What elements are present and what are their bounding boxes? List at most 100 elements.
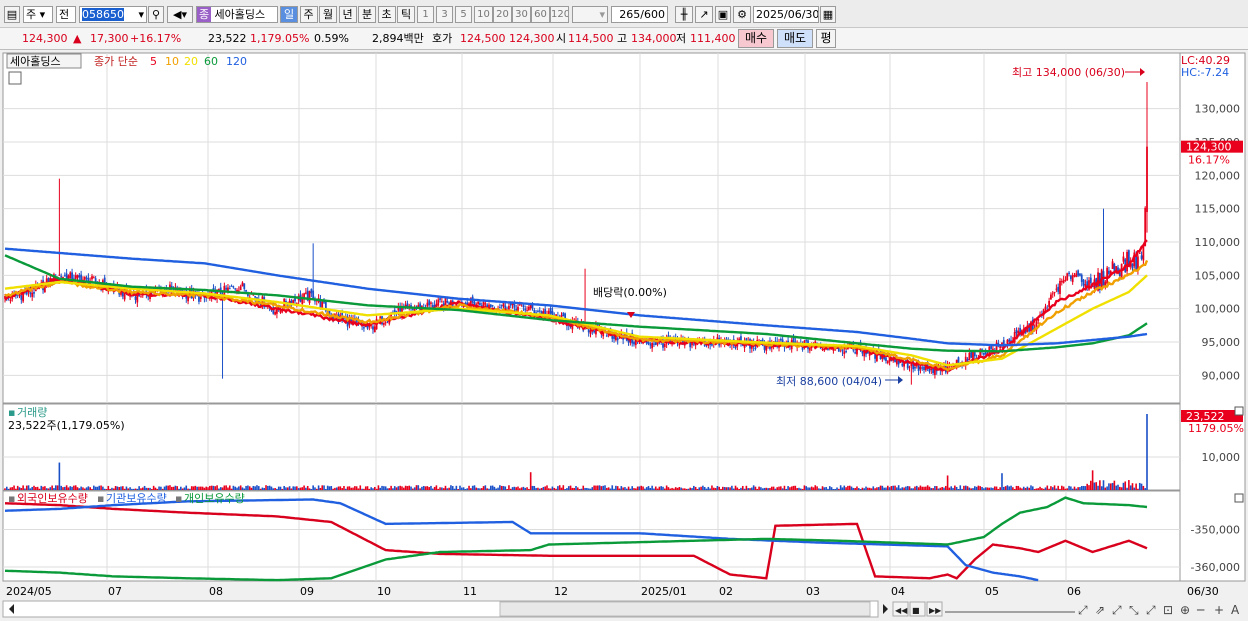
candle-body [805, 340, 808, 342]
volume-bar [790, 486, 793, 490]
volume-bar [939, 487, 942, 490]
volume-bar [1008, 486, 1011, 490]
interval-tab-5[interactable]: 5 [455, 6, 472, 23]
volume-bar [738, 488, 740, 490]
stock-name-text: 세아홀딩스 [214, 8, 266, 21]
period-tab-5[interactable]: 초 [377, 6, 396, 23]
save-icon[interactable]: ▣ [715, 6, 731, 23]
candle-body [58, 274, 61, 276]
volume-bar [990, 487, 992, 490]
volume-bar [654, 486, 657, 490]
market-select[interactable]: 주 ▾ [23, 6, 53, 23]
volume-bar [935, 486, 938, 490]
stock-name-field[interactable]: 종 세아홀딩스 [196, 6, 278, 23]
volume-bar [335, 487, 338, 490]
line-tool-icon[interactable]: ↗ [695, 6, 713, 23]
period-tab-4[interactable]: 분 [358, 6, 376, 23]
volume-bar [770, 486, 773, 490]
volume-bar [832, 488, 835, 490]
chevron-down-icon[interactable]: ▾ [138, 7, 144, 22]
volume-bar [1071, 488, 1074, 490]
volume-bar [910, 488, 913, 490]
volume-bar [261, 487, 264, 490]
volume-bar [354, 486, 356, 490]
grid-icon [8, 71, 22, 85]
volume-bar [827, 488, 829, 490]
gear-icon[interactable]: ⚙ [733, 6, 751, 23]
calendar-icon[interactable]: ▦ [820, 6, 836, 23]
candle-body [22, 293, 25, 302]
volume-bar [566, 488, 568, 490]
volume-bar [402, 487, 405, 490]
volume-bar [821, 486, 824, 490]
volume-bar [839, 485, 842, 490]
type-select[interactable]: 전 [56, 6, 76, 23]
candle-icon[interactable]: ╫ [675, 6, 693, 23]
volume-bar [439, 487, 441, 490]
interval-tab-20[interactable]: 20 [493, 6, 512, 23]
stock-label: 세아홀딩스 [10, 55, 61, 68]
volume-title: 거래량 [17, 406, 47, 419]
period-tab-2[interactable]: 월 [319, 6, 337, 23]
volume-bar [520, 487, 523, 490]
interval-tab-120[interactable]: 120 [550, 6, 569, 23]
candle-body [373, 326, 376, 333]
volume-bar [31, 486, 33, 490]
volume-bar [1057, 485, 1059, 490]
interval-tab-60[interactable]: 60 [531, 6, 550, 23]
speaker-icon[interactable]: ◀▾ [167, 6, 193, 23]
volume-bar [562, 485, 565, 490]
volume-bar [392, 488, 394, 490]
candle-body [1135, 254, 1138, 270]
candle-body [843, 351, 846, 355]
volume-bar [375, 488, 378, 490]
volume-bar [370, 487, 372, 490]
interval-custom-select[interactable]: ▾ [572, 6, 608, 23]
count-field[interactable]: 265/600 [611, 6, 668, 23]
candle-body [428, 300, 431, 306]
volume-bar [218, 488, 220, 490]
candle-body [502, 303, 505, 307]
volume-bar [819, 488, 822, 490]
interval-tab-3[interactable]: 3 [436, 6, 453, 23]
period-tab-3[interactable]: 년 [338, 6, 357, 23]
volume-bar [567, 486, 570, 490]
layout-icon[interactable]: ▤ [4, 6, 20, 23]
volume-bar [1126, 487, 1128, 490]
buy-button[interactable]: 매수 [738, 29, 774, 48]
candle-body [589, 330, 592, 334]
volume-bar [763, 487, 766, 490]
volume-bar [524, 487, 527, 490]
volume-bar [587, 488, 590, 490]
volume-bar [560, 487, 563, 490]
volume-bar [1019, 487, 1021, 490]
date-field[interactable]: 2025/06/30 [753, 6, 819, 23]
volume-bar [107, 485, 110, 490]
period-tab-6[interactable]: 틱 [397, 6, 415, 23]
volume-bar [676, 487, 679, 490]
volume-bar [479, 488, 481, 490]
candle-body [1062, 280, 1065, 283]
volume-bar [256, 485, 258, 490]
interval-tab-1[interactable]: 1 [417, 6, 434, 23]
period-tab-0[interactable]: 일 [280, 6, 298, 23]
interval-tab-30[interactable]: 30 [512, 6, 531, 23]
volume-bar [245, 485, 247, 490]
interval-tab-10[interactable]: 10 [474, 6, 493, 23]
volume-bar [1124, 481, 1127, 490]
volume-bar [876, 487, 878, 490]
volume-bar [158, 486, 160, 490]
volume-bar [383, 486, 385, 490]
volume-bar [1097, 485, 1099, 490]
search-icon[interactable]: ⚲ [148, 6, 164, 23]
volume-bar [731, 485, 733, 490]
stock-code-input[interactable]: 058650 ▾ [79, 6, 147, 23]
price-tick-label: 105,000 [1195, 269, 1241, 282]
volume-bar [473, 485, 476, 490]
sell-button[interactable]: 매도 [777, 29, 813, 48]
evaluate-button[interactable]: 평 [816, 29, 836, 48]
stock-chart[interactable]: 130,000125,000120,000115,000110,000105,0… [0, 51, 1248, 621]
volume-bar [1140, 483, 1143, 490]
period-tab-1[interactable]: 주 [299, 6, 318, 23]
volume-bar [923, 486, 925, 490]
